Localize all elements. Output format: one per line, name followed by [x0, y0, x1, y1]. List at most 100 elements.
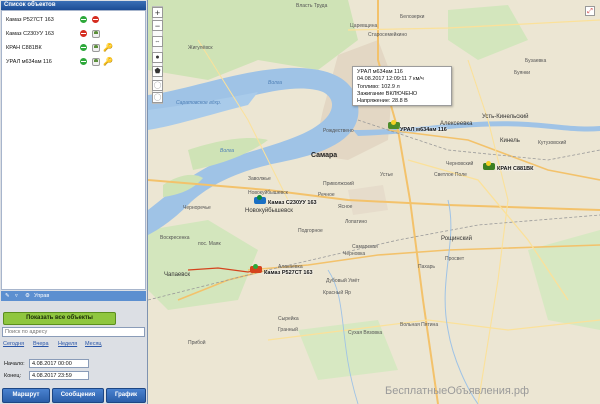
map-place-label: пос. Маяк: [198, 241, 221, 247]
ruler-icon[interactable]: ⇔: [152, 36, 163, 47]
map-water-label: Саратовское вдхр.: [176, 100, 222, 106]
vehicle-label: КРАН С881ВК: [497, 166, 534, 172]
map-place-label: Светлое Поле: [434, 172, 467, 178]
map-place-label: Черновка: [343, 251, 366, 257]
messages-button[interactable]: Сообщения: [52, 388, 104, 403]
map-water-label: Волга: [268, 80, 283, 86]
start-label: Начало:: [4, 361, 25, 367]
watermark: БесплатныеОбъявления.рф: [385, 385, 530, 397]
end-date-input[interactable]: 4.08.2017 23:59: [29, 371, 89, 380]
object-name: Камаз Р527СТ 163: [6, 17, 54, 23]
popup-vehicle-name: УРАЛ м634ам 116: [357, 69, 403, 75]
polygon-icon[interactable]: ⬟: [152, 66, 163, 77]
status-indicator-icon: [80, 44, 87, 51]
list-item[interactable]: УРАЛ м634ам 116 🔑: [4, 56, 144, 68]
object-name: УРАЛ м634ам 116: [6, 59, 52, 65]
popup-ignition: Зажигание ВКЛЮЧЕНО: [357, 90, 418, 97]
status-dot-icon: [257, 195, 262, 200]
map-place-label: Самарская: [352, 244, 378, 250]
status-indicator-icon: [80, 30, 87, 37]
map-place-label: Черновский: [446, 161, 474, 167]
map-place-label: Ясное: [338, 204, 353, 210]
map-place-label: Буянки: [514, 70, 531, 76]
period-month-link[interactable]: Месяц: [85, 341, 102, 347]
map-label-roshchinsky: Рощинский: [441, 236, 473, 242]
period-week-link[interactable]: Неделя: [58, 341, 77, 347]
map-place-label: Гранный: [278, 327, 298, 333]
map-place-label: Вольная Пятина: [400, 322, 439, 328]
list-toolbar: ✎ ▿ ⚙ Управ: [1, 291, 146, 301]
period-yesterday-link[interactable]: Вчера: [33, 341, 49, 347]
status-indicator-icon: [80, 58, 87, 65]
edit-icon[interactable]: ✎: [5, 291, 10, 301]
object-name: Камаз С230УУ 163: [6, 31, 54, 37]
fullscreen-button[interactable]: ⤢: [585, 6, 595, 16]
map-place-label: Белозерки: [400, 14, 425, 20]
map-place-label: Бузаевка: [525, 58, 547, 64]
vehicle-info-popup: УРАЛ м634ам 116 04.08.2017 12:09:11 7 км…: [352, 66, 452, 106]
map-label-kinel: Кинель: [500, 138, 520, 144]
layer-icon[interactable]: ◯: [152, 80, 163, 91]
panel-title: Список объектов: [1, 1, 146, 10]
key-icon: 🔑: [103, 43, 113, 52]
vehicle-marker-kamaz-r527[interactable]: [250, 264, 262, 274]
filter-icon[interactable]: ▿: [15, 291, 18, 301]
layer2-icon[interactable]: ◯: [152, 92, 163, 103]
period-today-link[interactable]: Сегодня: [3, 341, 24, 347]
map-place-label: Лопатино: [345, 219, 368, 225]
address-search-input[interactable]: [2, 327, 145, 337]
map-place-label: Пахарь: [418, 264, 435, 270]
map-place-label: Царевщина: [350, 23, 378, 29]
list-item[interactable]: Камаз Р527СТ 163: [4, 14, 144, 26]
list-item[interactable]: КРАН С881ВК 🔑: [4, 42, 144, 54]
point-icon[interactable]: ●: [152, 52, 163, 63]
settings-icon[interactable]: ⚙: [25, 291, 30, 301]
show-all-objects-button[interactable]: Показать все объекты: [3, 312, 116, 325]
graph-button[interactable]: График: [106, 388, 146, 403]
driver-icon: [92, 30, 100, 38]
map-place-label: Власть Труда: [296, 3, 328, 9]
zoom-in-button[interactable]: +: [152, 7, 163, 18]
vehicle-label: УРАЛ м634ам 116: [400, 127, 447, 133]
map-place-label: Подгорное: [298, 228, 323, 234]
status-dot-icon: [486, 161, 491, 166]
map-place-label: Сырейка: [278, 316, 299, 322]
map-place-label: Жигулёвск: [188, 45, 213, 51]
map-place-label: Старосемейкино: [368, 32, 408, 38]
objects-panel: Список объектов Камаз Р527СТ 163 Камаз С…: [0, 0, 148, 404]
list-item[interactable]: Камаз С230УУ 163: [4, 28, 144, 40]
map-place-label: Прибой: [188, 340, 206, 346]
zoom-out-button[interactable]: −: [152, 20, 163, 31]
map-place-label: Воскресенка: [160, 235, 190, 241]
map-label-chapaevsk: Чапаевск: [164, 272, 191, 278]
object-list: Камаз Р527СТ 163 Камаз С230УУ 163 КРАН С…: [1, 10, 146, 290]
map-label-ust-kinelsky: Усть-Кинельский: [482, 114, 529, 120]
status-indicator-icon: [80, 16, 87, 23]
vehicle-label: Камаз С230УУ 163: [268, 200, 317, 206]
map-place-label: Речное: [318, 192, 335, 198]
manage-link[interactable]: Управ: [34, 291, 49, 301]
map-place-label: Черноречье: [183, 205, 211, 211]
route-button[interactable]: Маршрут: [2, 388, 50, 403]
popup-time-speed: 04.08.2017 12:09:11 7 км/ч: [357, 76, 424, 83]
map-place-label: Сухая Вязовка: [348, 330, 383, 336]
map-place-label: Дубовый Умёт: [326, 278, 360, 284]
map-place-label: Красный Яр: [323, 290, 351, 296]
map-label-novokuibyshevsk: Новокуйбышевск: [245, 208, 293, 214]
vehicle-marker-ural[interactable]: [388, 120, 400, 130]
driver-icon: [92, 58, 100, 66]
popup-voltage: Напряжение: 28.8 В: [357, 98, 408, 105]
map-water-label: Волга: [220, 148, 235, 154]
driver-icon: [92, 44, 100, 52]
vehicle-marker-kran[interactable]: [483, 161, 495, 171]
end-label: Конец:: [4, 373, 22, 379]
start-date-input[interactable]: 4.08.2017 00:00: [29, 359, 89, 368]
status-dot-icon: [391, 120, 396, 125]
map-view[interactable]: Самара Новокуйбышевск Чапаевск Рощинский…: [148, 0, 600, 404]
map-place-label: Просвет: [445, 256, 465, 262]
vehicle-marker-kamaz-s230[interactable]: [254, 195, 266, 205]
map-place-label: Приволжский: [323, 181, 354, 187]
vehicle-label: Камаз Р527СТ 163: [264, 270, 313, 276]
map-place-label: Кутузовский: [538, 140, 567, 146]
popup-fuel: Топливо: 102.9 л: [357, 83, 400, 90]
